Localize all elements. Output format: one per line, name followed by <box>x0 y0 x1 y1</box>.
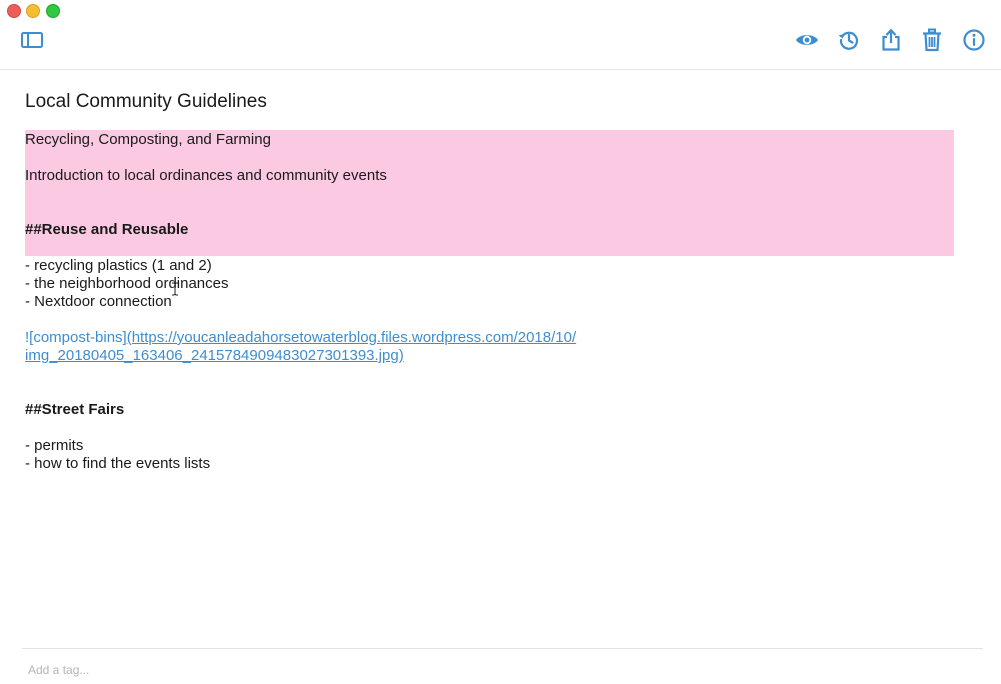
add-tag-input[interactable] <box>28 663 328 677</box>
image-url-link[interactable]: (https://youcanleadahorsetowaterblog.fil… <box>127 329 576 346</box>
tag-bar <box>22 648 983 684</box>
list-item: - permits <box>25 437 84 454</box>
preview-button[interactable] <box>794 27 820 53</box>
highlighted-line: Recycling, Composting, and Farming <box>25 131 271 148</box>
list-item: - how to find the events lists <box>25 455 211 472</box>
list-item: - recycling plastics (1 and 2) <box>25 257 212 274</box>
text-cursor-icon <box>172 282 178 296</box>
note-editor[interactable]: Local Community Guidelines Recycling, Co… <box>0 70 1001 648</box>
image-link-line[interactable]: ![compost-bins](https://youcanleadahorse… <box>25 329 576 347</box>
trash-icon <box>923 28 941 52</box>
list-item: - Nextdoor connection <box>25 293 172 310</box>
info-icon <box>963 29 985 51</box>
image-url-link[interactable]: img_20180405_163406_24157849094830273013… <box>25 347 404 364</box>
image-link-line[interactable]: img_20180405_163406_24157849094830273013… <box>25 347 404 365</box>
version-history-button[interactable] <box>836 27 862 53</box>
highlighted-line: Introduction to local ordinances and com… <box>25 167 387 184</box>
image-alt-text: ![compost-bins] <box>25 329 127 346</box>
toggle-sidebar-button[interactable] <box>19 27 45 53</box>
share-icon <box>882 28 900 51</box>
window-minimize-button[interactable] <box>26 4 40 18</box>
info-button[interactable] <box>961 27 987 53</box>
history-icon <box>838 31 859 50</box>
section-heading: ##Reuse and Reusable <box>25 221 189 238</box>
toolbar <box>0 0 1001 70</box>
window-maximize-button[interactable] <box>46 4 60 18</box>
sidebar-toggle-icon <box>21 32 43 48</box>
section-heading: ##Street Fairs <box>25 401 125 418</box>
note-title: Local Community Guidelines <box>25 91 267 112</box>
eye-icon <box>796 35 818 45</box>
app-window: Local Community Guidelines Recycling, Co… <box>0 0 1001 684</box>
window-close-button[interactable] <box>7 4 21 18</box>
list-item: - the neighborhood ordinances <box>25 275 229 292</box>
delete-button[interactable] <box>919 27 945 53</box>
share-button[interactable] <box>878 27 904 53</box>
